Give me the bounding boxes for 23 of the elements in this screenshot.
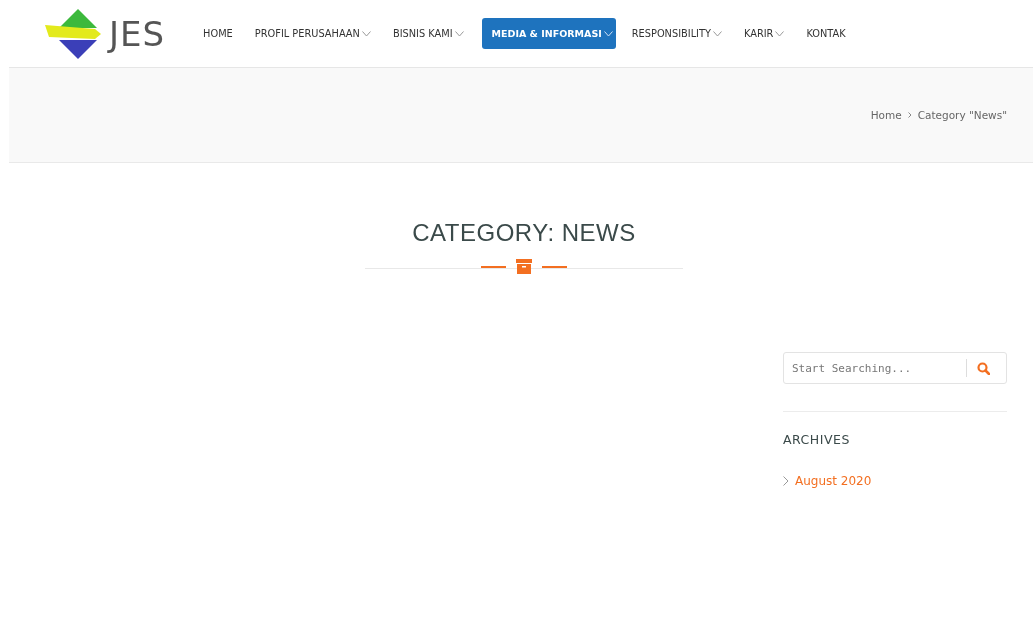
nav-link[interactable]: RESPONSIBILITY	[627, 19, 726, 48]
page-title: CATEGORY: NEWS	[412, 219, 636, 247]
search-icon[interactable]	[977, 361, 990, 375]
archive-box-icon	[516, 259, 532, 274]
nav-link[interactable]: BISNIS KAMI	[388, 19, 468, 48]
chevron-icon	[783, 476, 789, 486]
nav-link[interactable]: PROFIL PERUSAHAAN	[250, 19, 375, 48]
caret-icon	[775, 30, 785, 37]
search-field[interactable]: Start Searching...	[792, 361, 962, 375]
caret-icon	[361, 30, 371, 37]
logo-text: JES	[109, 13, 166, 54]
breadcrumb-separator-icon	[907, 112, 912, 118]
nav-link[interactable]: KONTAK	[802, 19, 850, 48]
archives-heading: ARCHIVES	[783, 432, 851, 447]
breadcrumb-link[interactable]: Home	[870, 109, 902, 121]
nav-link[interactable]: KARIR	[739, 19, 789, 48]
caret-icon	[603, 30, 613, 37]
caret-icon	[454, 30, 464, 37]
search-bar[interactable]: Start Searching...	[783, 352, 1007, 384]
nav-link[interactable]: MEDIA & INFORMASI	[481, 18, 616, 49]
breadcrumb-link[interactable]: Category "News"	[917, 109, 1007, 121]
caret-icon	[712, 30, 722, 37]
nav-link[interactable]: HOME	[199, 19, 237, 48]
